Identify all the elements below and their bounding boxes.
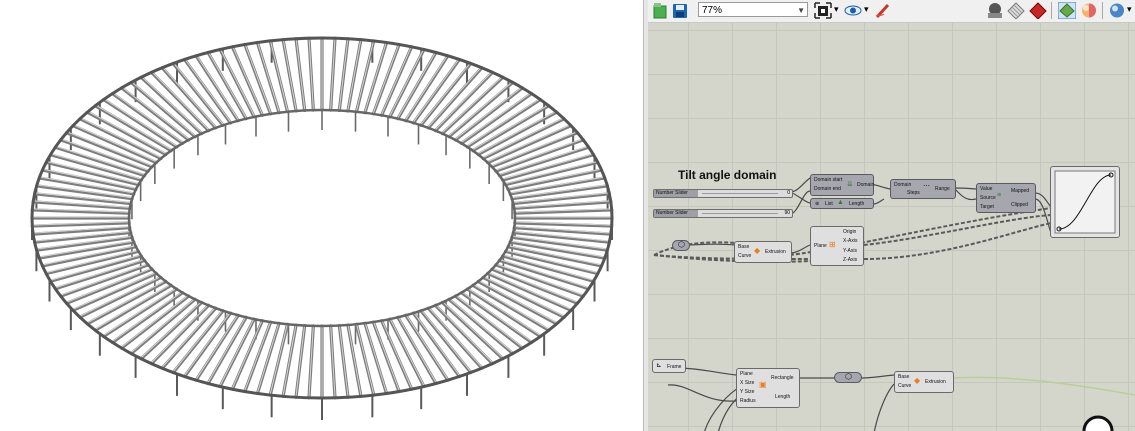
hexagon-icon: ⬡ [678, 240, 685, 249]
output-length[interactable]: Length [849, 202, 864, 207]
ring-railing-model [30, 36, 614, 420]
number-slider-end[interactable]: Number Slider 90 [653, 209, 793, 218]
input-domain[interactable]: Domain [894, 183, 911, 188]
red-cube-preview-icon[interactable] [1029, 2, 1047, 19]
input-list[interactable]: List [825, 202, 833, 207]
output-extrusion[interactable]: Extrusion [925, 380, 946, 385]
curve-param-component[interactable]: ⬡ [834, 372, 862, 383]
number-slider-start[interactable]: Number Slider 0 [653, 189, 793, 198]
curve-param-component[interactable]: ⬡ [672, 240, 690, 251]
input-base[interactable]: Base [738, 245, 749, 250]
zoom-dropdown[interactable]: 77% ▼ [698, 2, 808, 17]
input-curve[interactable]: Curve [738, 254, 751, 259]
slider-label: Number Slider [654, 190, 698, 197]
slider-value: 0 [787, 190, 790, 196]
remap-icon: ≡ [997, 192, 1002, 199]
output-x-axis[interactable]: X-Axis [843, 239, 857, 244]
construct-domain-component[interactable]: Domain start Domain end ⇊ Domain [810, 174, 874, 196]
frame-label: Frame [667, 364, 682, 370]
length-icon: ▲ [837, 199, 844, 206]
output-length[interactable]: Length [775, 395, 790, 400]
toolbar-separator [1102, 2, 1103, 19]
slider-track[interactable] [702, 213, 778, 214]
navigation-widget-icon[interactable] [1078, 405, 1118, 431]
chevron-down-icon[interactable]: ▾ [864, 4, 869, 21]
rectangle-icon: ▣ [759, 380, 767, 389]
input-value[interactable]: Value [980, 187, 992, 192]
selected-preview-icon[interactable] [1058, 2, 1076, 19]
slider-label: Number Slider [654, 210, 698, 217]
graph-mapper-curve [1054, 170, 1116, 234]
input-radius[interactable]: Radius [740, 399, 756, 404]
chevron-down-icon: ▼ [797, 6, 805, 15]
rhino-3d-viewport[interactable] [0, 0, 643, 431]
zoom-value: 77% [702, 5, 723, 16]
list-icon: ⊕ [815, 201, 820, 207]
input-target[interactable]: Target [980, 205, 994, 210]
toolbar-separator [1051, 2, 1052, 19]
extrusion-icon: ◆ [754, 246, 761, 255]
frame-component[interactable]: ⊾ Frame [652, 359, 686, 373]
input-curve[interactable]: Curve [898, 384, 911, 389]
output-range[interactable]: Range [935, 187, 950, 192]
output-y-axis[interactable]: Y-Axis [843, 249, 857, 254]
display-options-icon[interactable] [1108, 2, 1126, 19]
graph-mapper-component[interactable] [1050, 166, 1120, 238]
plane-icon: ⊞ [829, 240, 836, 249]
extrusion-component-1[interactable]: Base Curve ◆ Extrusion [734, 241, 792, 263]
output-origin[interactable]: Origin [843, 230, 856, 235]
fit-view-icon[interactable] [814, 2, 832, 19]
preview-eye-icon[interactable] [844, 2, 862, 19]
input-source[interactable]: Source [980, 196, 996, 201]
grasshopper-editor: 77% ▼ ▾ ▾ ▾ Tilt angle domain Number Sli… [648, 0, 1135, 431]
material-preview-icon[interactable] [1080, 2, 1098, 19]
input-base[interactable]: Base [898, 375, 909, 380]
new-document-icon[interactable] [652, 2, 668, 19]
frame-icon: ⊾ [656, 362, 662, 369]
range-icon: ⋯ [923, 183, 930, 190]
input-x-size[interactable]: X Size [740, 381, 754, 386]
domain-icon: ⇊ [847, 181, 853, 188]
output-mapped[interactable]: Mapped [1011, 189, 1029, 194]
save-icon[interactable] [672, 2, 688, 19]
output-clipped[interactable]: Clipped [1011, 203, 1028, 208]
deconstruct-plane-component[interactable]: Plane ⊞ Origin X-Axis Y-Axis Z-Axis [810, 226, 864, 266]
grasshopper-canvas[interactable]: Tilt angle domain Number Slider 0 Number… [648, 23, 1135, 431]
remap-numbers-component[interactable]: Value Source Target ≡ Mapped Clipped [976, 183, 1036, 213]
input-plane[interactable]: Plane [740, 372, 753, 377]
grasshopper-toolbar: 77% ▼ ▾ ▾ ▾ [648, 0, 1135, 23]
sphere-preview-icon[interactable] [987, 2, 1003, 19]
output-z-axis[interactable]: Z-Axis [843, 258, 857, 263]
hatch-preview-icon[interactable] [1007, 2, 1025, 19]
output-extrusion[interactable]: Extrusion [765, 250, 786, 255]
input-domain-end[interactable]: Domain end [814, 187, 841, 192]
output-domain[interactable]: Domain [857, 183, 874, 188]
slider-value: 90 [784, 210, 790, 216]
group-title: Tilt angle domain [678, 168, 777, 182]
chevron-down-icon[interactable]: ▾ [834, 4, 839, 21]
output-rectangle[interactable]: Rectangle [771, 376, 794, 381]
list-length-component[interactable]: ⊕ List ▲ Length [810, 198, 874, 209]
input-steps[interactable]: Steps [907, 191, 920, 196]
input-domain-start[interactable]: Domain start [814, 178, 842, 183]
chevron-down-icon[interactable]: ▾ [1127, 4, 1132, 21]
extrusion-component-2[interactable]: Base Curve ◆ Extrusion [894, 371, 954, 393]
input-plane[interactable]: Plane [814, 244, 827, 249]
slider-track[interactable] [702, 193, 778, 194]
input-y-size[interactable]: Y Size [740, 390, 754, 395]
extrusion-icon: ◆ [914, 376, 921, 385]
hexagon-icon: ⬡ [845, 372, 852, 381]
range-component[interactable]: Domain Steps ⋯ Range [890, 179, 956, 199]
rectangle-component[interactable]: Plane X Size Y Size Radius ▣ Rectangle L… [736, 368, 800, 408]
sketch-icon[interactable] [874, 2, 892, 19]
